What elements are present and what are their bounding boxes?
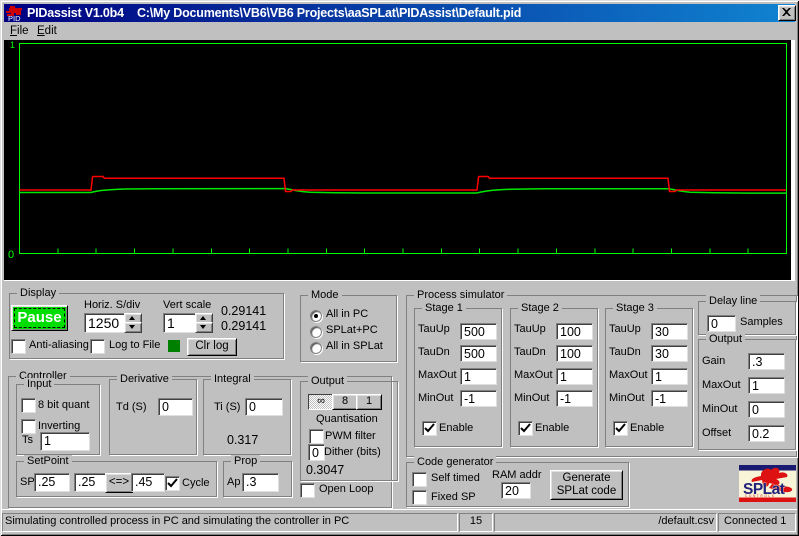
svg-text:1: 1	[10, 40, 15, 50]
svg-text:0: 0	[8, 249, 14, 261]
svg-text:PID: PID	[8, 14, 21, 22]
svg-text:CONTROLS: CONTROLS	[745, 494, 776, 498]
